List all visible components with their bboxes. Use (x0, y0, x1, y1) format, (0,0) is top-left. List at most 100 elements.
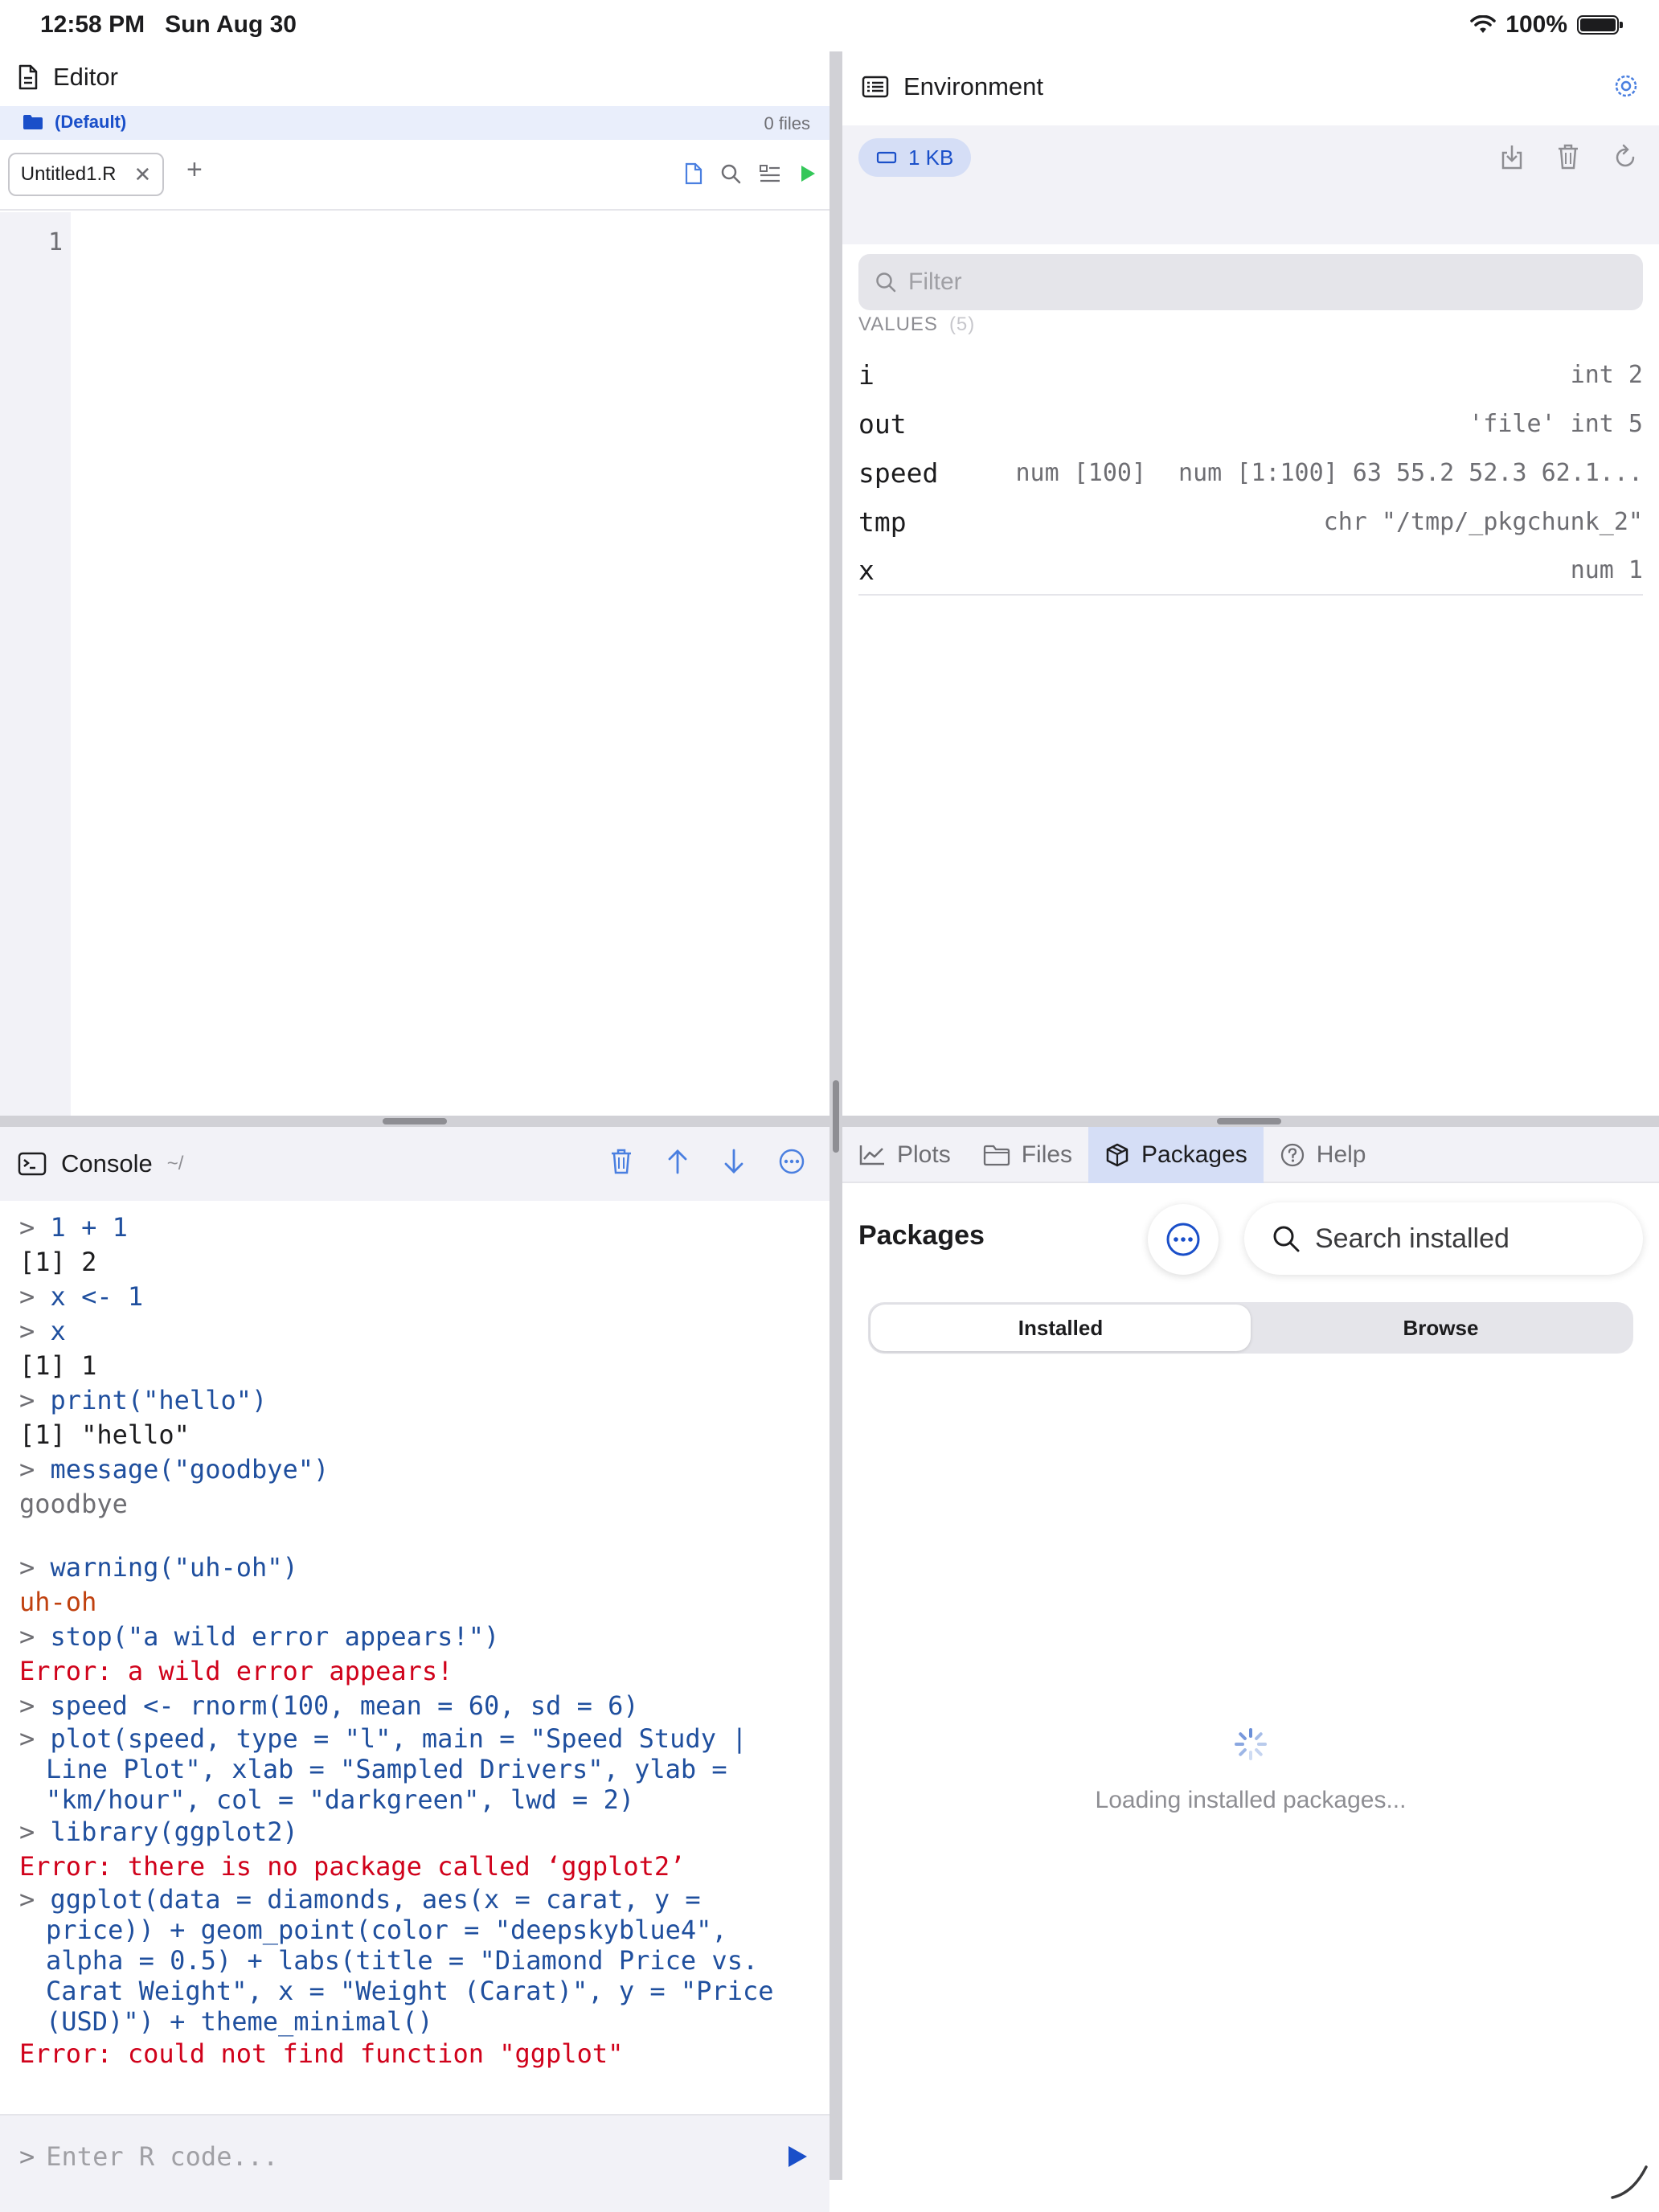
help-icon (1280, 1143, 1304, 1167)
env-row-tmp[interactable]: tmp chr "/tmp/_pkgchunk_2" (858, 498, 1643, 547)
right-splitter[interactable] (842, 1116, 1659, 1127)
tab-label: Packages (1141, 1141, 1247, 1168)
packages-segmented-control: Installed Browse (868, 1302, 1633, 1354)
project-bar[interactable]: (Default) 0 files (0, 106, 830, 140)
environment-toolbar: 1 KB (842, 125, 1659, 310)
prompt-symbol: > (19, 1212, 35, 1243)
console-line: Error: a wild error appears! (19, 1656, 453, 1686)
search-icon (1273, 1226, 1300, 1252)
console-header: Console ~/ (0, 1127, 830, 1201)
more-icon (1166, 1223, 1200, 1256)
variable-name: out (858, 408, 907, 440)
status-bar: 12:58 PM Sun Aug 30 100% (0, 0, 1659, 51)
document-icon (18, 64, 38, 90)
tab-label: Untitled1.R (20, 163, 117, 185)
prompt-symbol: > (19, 1884, 35, 1915)
tab-plots[interactable]: Plots (842, 1127, 967, 1183)
console-line: > stop("a wild error appears!") (19, 1620, 815, 1654)
prompt-symbol: > (19, 1281, 35, 1312)
project-name: (Default) (55, 112, 127, 132)
loading-text: Loading installed packages... (1095, 1787, 1407, 1813)
refresh-icon[interactable] (1612, 143, 1638, 170)
variable-value: int 2 (1570, 361, 1643, 389)
console-line: price)) + geom_point(color = "deepskyblu… (46, 1915, 727, 1945)
env-row-out[interactable]: out 'file' int 5 (858, 399, 1643, 449)
import-icon[interactable] (1500, 143, 1524, 170)
variable-value: 'file' int 5 (1469, 410, 1643, 438)
arrow-down-icon[interactable] (722, 1148, 746, 1175)
loading-indicator: Loading installed packages... (842, 1727, 1659, 1814)
line-text: message("goodbye") (50, 1454, 330, 1485)
console-pane: Console ~/ > 1 + 1 [1] 2 > x <- 1 > x [1… (0, 1127, 830, 2212)
values-label: VALUES (858, 313, 938, 335)
left-splitter[interactable] (0, 1116, 830, 1127)
console-line: > print("hello") (19, 1383, 815, 1418)
console-input[interactable] (46, 2141, 738, 2172)
variable-summary: num 1 (1571, 556, 1643, 584)
console-line: [1] "hello" (19, 1419, 190, 1450)
list-icon (862, 76, 889, 98)
run-icon[interactable] (799, 164, 817, 183)
values-count: (5) (948, 313, 976, 335)
trash-icon[interactable] (1556, 143, 1580, 170)
more-icon[interactable] (778, 1148, 805, 1175)
variable-name: tmp (858, 506, 907, 538)
values-section-header: VALUES (5) (858, 313, 975, 336)
prompt-symbol: > (19, 1690, 35, 1721)
file-count: 0 files (764, 113, 810, 133)
segment-browse[interactable]: Browse (1251, 1305, 1631, 1351)
console-line: (USD)") + theme_minimal() (46, 2006, 433, 2037)
package-icon (1106, 1143, 1129, 1167)
env-row-speed[interactable]: speed num [100] num [1:100] 63 55.2 52.3 … (858, 449, 1643, 498)
line-gutter: 1 (0, 212, 71, 1116)
filter-box[interactable] (858, 254, 1643, 310)
environment-pane: Environment 1 KB Filter VALUES (5) i int… (842, 51, 1659, 1116)
segment-installed[interactable]: Installed (870, 1305, 1251, 1351)
search-icon[interactable] (720, 163, 741, 184)
code-area[interactable] (71, 212, 830, 1116)
close-icon[interactable]: ✕ (133, 162, 151, 187)
line-text: stop("a wild error appears!") (50, 1621, 500, 1652)
prompt-symbol: > (19, 1552, 35, 1583)
tab-help[interactable]: Help (1264, 1127, 1382, 1183)
vertical-splitter[interactable] (830, 51, 842, 2180)
filter-input[interactable] (908, 268, 1616, 296)
console-line: [1] 1 (19, 1350, 97, 1381)
editor-pane: Editor (Default) 0 files Untitled1.R ✕ + (0, 51, 830, 1116)
line-text: x <- 1 (50, 1281, 144, 1312)
console-line: > ggplot(data = diamonds, aes(x = carat,… (19, 1884, 815, 1915)
status-time: 12:58 PM Sun Aug 30 (40, 11, 297, 39)
values-list: i int 2 out 'file' int 5 speed num [100]… (858, 350, 1643, 596)
tab-label: Help (1316, 1141, 1366, 1168)
tab-files[interactable]: Files (967, 1127, 1088, 1183)
tab-packages[interactable]: Packages (1088, 1127, 1264, 1183)
line-text: ggplot(data = diamonds, aes(x = carat, y… (50, 1884, 701, 1915)
arrow-up-icon[interactable] (666, 1148, 690, 1175)
console-line: Error: there is no package called ‘ggplo… (19, 1851, 686, 1882)
console-path: ~/ (166, 1153, 184, 1174)
packages-more-button[interactable] (1148, 1204, 1219, 1275)
send-icon[interactable] (786, 2144, 809, 2169)
line-text: print("hello") (50, 1385, 268, 1415)
console-line: Error: could not find function "ggplot" (19, 2038, 624, 2069)
gear-icon[interactable] (1612, 72, 1640, 100)
env-row-i[interactable]: i int 2 (858, 350, 1643, 399)
status-date: Sun Aug 30 (165, 11, 297, 38)
resize-handle-icon[interactable] (1609, 2164, 1651, 2201)
prompt-symbol: > (19, 1621, 35, 1652)
packages-search-box[interactable] (1244, 1202, 1643, 1275)
console-line: "km/hour", col = "darkgreen", lwd = 2) (46, 1784, 635, 1815)
format-icon[interactable] (759, 163, 781, 184)
trash-icon[interactable] (609, 1148, 633, 1175)
project-selector[interactable]: (Default) (23, 112, 126, 133)
env-row-x[interactable]: x num 1 (858, 547, 1643, 596)
memory-icon (876, 151, 897, 164)
search-icon (876, 272, 896, 293)
console-line: [1] 2 (19, 1247, 97, 1277)
tab-untitled1[interactable]: Untitled1.R ✕ (8, 153, 164, 196)
new-file-icon[interactable] (685, 162, 703, 185)
editor-toolbar (685, 162, 817, 185)
console-line: > message("goodbye") (19, 1452, 815, 1487)
new-tab-button[interactable]: + (186, 154, 203, 186)
packages-search-input[interactable] (1315, 1223, 1620, 1255)
